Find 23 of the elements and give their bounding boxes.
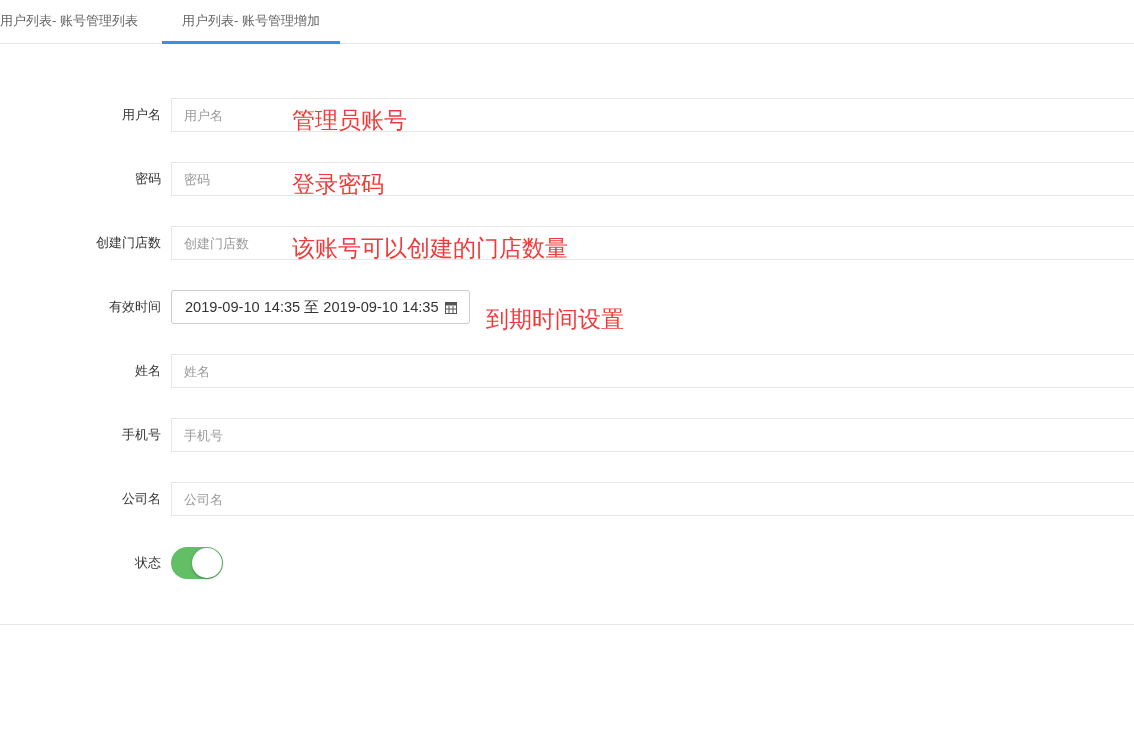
annotation-text: 到期时间设置 <box>485 305 624 334</box>
calendar-icon <box>444 300 457 314</box>
date-range-field[interactable]: 2019-09-10 14:35 至 2019-09-10 14:35 <box>171 290 470 324</box>
annotation-text: 该账号可以创建的门店数量 <box>292 235 568 263</box>
field-label: 密码 <box>134 170 162 188</box>
input-field[interactable]: 用户名 <box>171 98 291 132</box>
field-label: 公司名 <box>121 490 162 508</box>
field-label: 有效时间 <box>108 298 162 316</box>
input-field[interactable]: 创建门店数 <box>171 226 291 260</box>
tab[interactable]: 用户列表- 账号管理增加 <box>161 0 340 44</box>
field-label: 姓名 <box>134 362 162 380</box>
field-label: 状态 <box>134 554 162 572</box>
input-field[interactable]: 密码 <box>171 162 291 196</box>
input-field[interactable]: 手机号 <box>171 418 1134 452</box>
annotation-text: 管理员账号 <box>292 107 407 135</box>
input-field[interactable]: 姓名 <box>171 354 1134 388</box>
tab[interactable]: 用户列表- 账号管理列表 <box>0 0 138 44</box>
field-label: 手机号 <box>121 426 162 444</box>
annotation-text: 登录密码 <box>292 171 384 199</box>
field-label: 创建门店数 <box>95 234 162 252</box>
field-label: 用户名 <box>121 106 162 124</box>
input-field[interactable]: 公司名 <box>171 482 1134 516</box>
toggle-switch[interactable] <box>171 547 223 579</box>
